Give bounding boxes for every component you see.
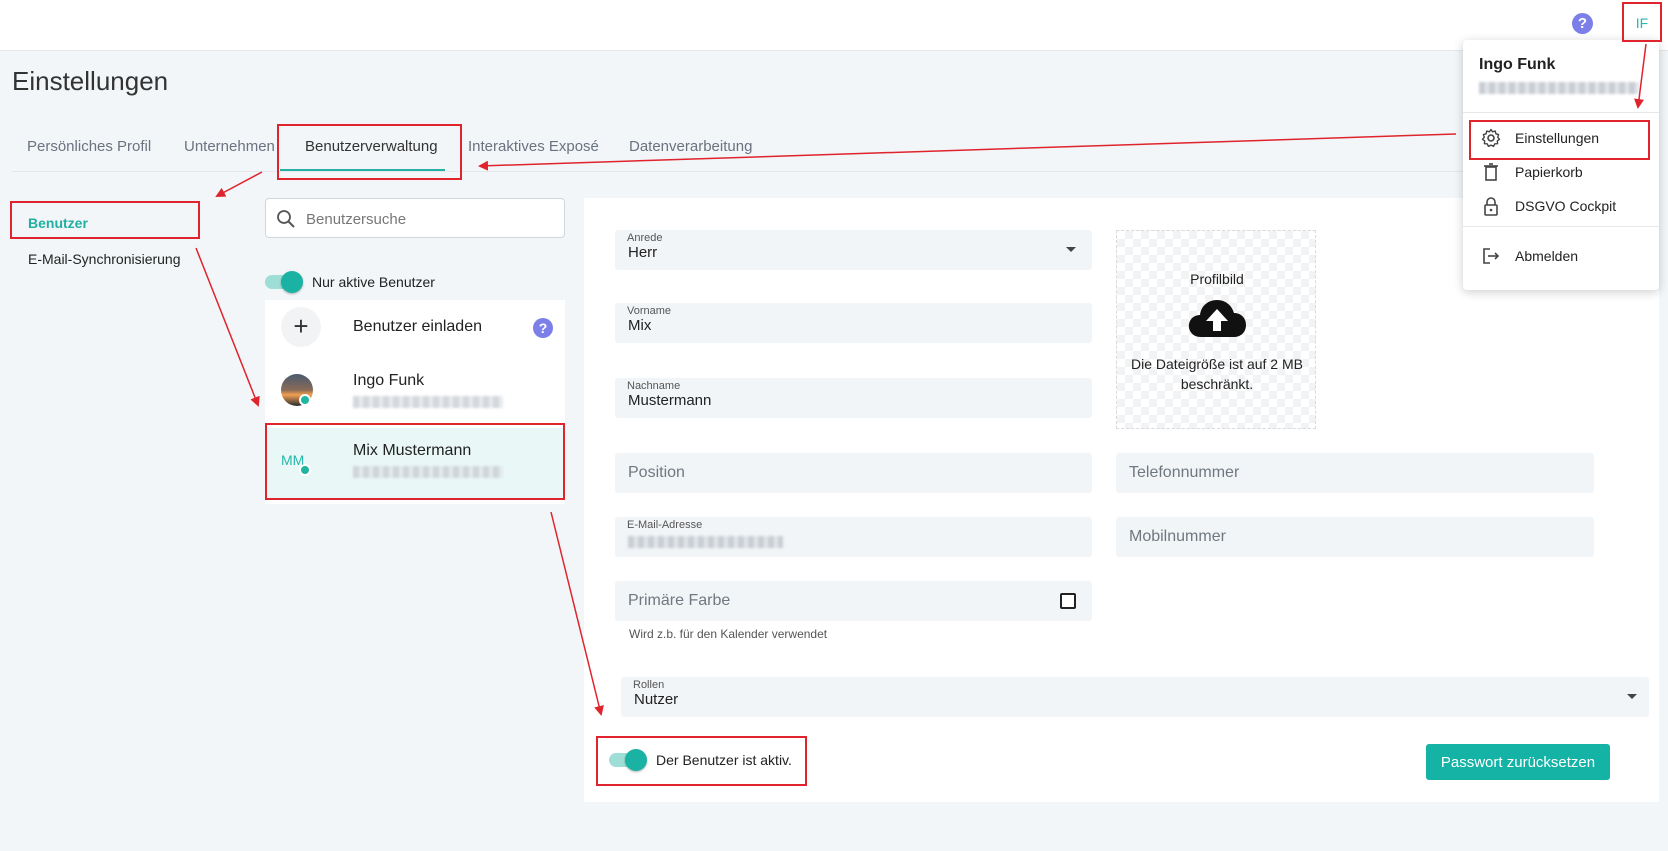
arrow-user-to-toggle [550, 511, 604, 716]
annotation-arrows [195, 43, 1647, 716]
arrow-avatar-to-menu [1634, 43, 1647, 109]
arrow-menu-to-tab [478, 133, 1457, 171]
arrow-subnav-to-user [195, 247, 260, 407]
arrow-tab-to-subnav [215, 171, 263, 197]
